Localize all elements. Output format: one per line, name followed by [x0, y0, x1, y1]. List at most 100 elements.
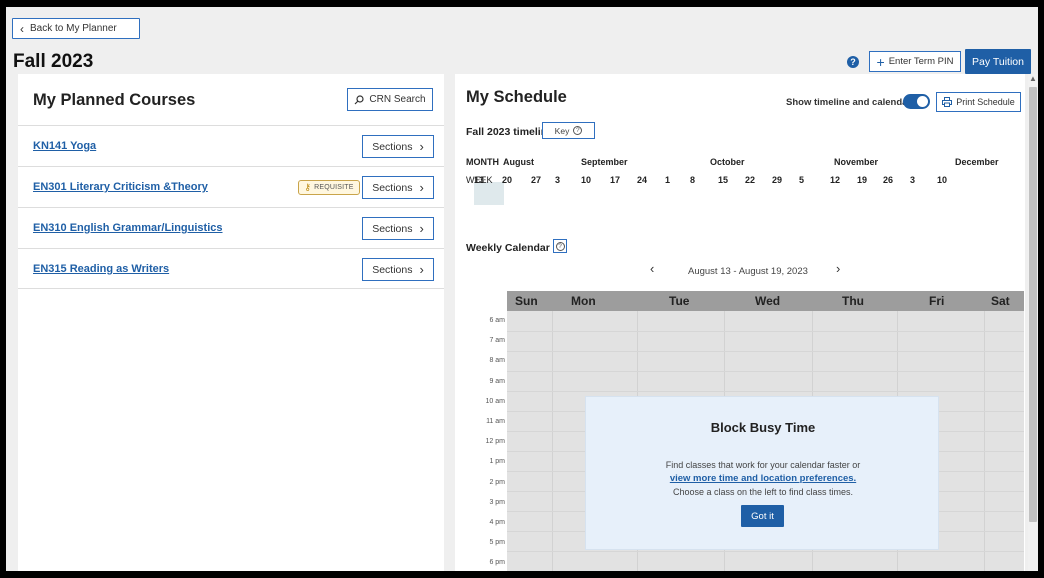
hour-divider	[507, 371, 1024, 372]
week-number[interactable]: 10	[581, 175, 591, 185]
day-header: Thu	[842, 294, 864, 308]
course-link-kn141[interactable]: KN141 Yoga	[33, 140, 96, 152]
key-icon: ⚷	[304, 182, 312, 192]
course-row: EN310 English Grammar/Linguistics Sectio…	[18, 207, 444, 248]
day-divider	[984, 311, 985, 571]
busy-title: Block Busy Time	[710, 420, 816, 435]
week-number[interactable]: 20	[502, 175, 512, 185]
week-number[interactable]: 3	[555, 175, 560, 185]
got-it-button[interactable]: Got it	[741, 505, 784, 527]
weekly-calendar-label: Weekly Calendar	[466, 242, 550, 254]
help-icon: ?	[573, 126, 583, 135]
scroll-up-arrow-icon[interactable]: ▲	[1028, 74, 1038, 84]
sections-button-kn141[interactable]: Sections ›	[362, 135, 434, 158]
hour-divider	[507, 391, 1024, 392]
sections-label: Sections	[372, 263, 413, 276]
print-schedule-button[interactable]: Print Schedule	[936, 92, 1021, 112]
help-icon: ?	[555, 241, 565, 251]
course-link-en310[interactable]: EN310 English Grammar/Linguistics	[33, 222, 223, 234]
week-number[interactable]: 8	[690, 175, 695, 185]
day-divider	[552, 311, 553, 571]
week-number[interactable]: 17	[610, 175, 620, 185]
sections-button-en301[interactable]: Sections ›	[362, 176, 434, 199]
preferences-link[interactable]: view more time and location preferences.	[586, 473, 940, 484]
schedule-title: My Schedule	[466, 88, 567, 106]
hour-divider	[507, 351, 1024, 352]
help-icon[interactable]: ?	[847, 56, 859, 68]
week-number[interactable]: 27	[531, 175, 541, 185]
month-label: September	[581, 157, 628, 167]
pay-tuition-button[interactable]: Pay Tuition	[965, 49, 1031, 74]
week-number[interactable]: 5	[799, 175, 804, 185]
sections-button-en310[interactable]: Sections ›	[362, 217, 434, 240]
time-label: 4 pm	[489, 519, 505, 526]
day-header: Wed	[755, 294, 781, 308]
course-link-en301[interactable]: EN301 Literary Criticism &Theory	[33, 181, 208, 193]
week-number[interactable]: 26	[883, 175, 893, 185]
day-header: Sun	[515, 294, 538, 308]
week-number[interactable]: 22	[745, 175, 755, 185]
hour-divider	[507, 331, 1024, 332]
crn-search-button[interactable]: CRN Search	[347, 88, 433, 111]
block-busy-time-panel: Block Busy Time Find classes that work f…	[585, 396, 939, 550]
next-week-chevron-icon[interactable]: ›	[836, 261, 840, 276]
time-label: 7 am	[489, 337, 505, 345]
week-number[interactable]: 29	[772, 175, 782, 185]
sections-label: Sections	[372, 222, 413, 235]
month-row-label: MONTH	[466, 157, 499, 167]
week-number[interactable]: 15	[718, 175, 728, 185]
week-number[interactable]: 3	[910, 175, 915, 185]
back-to-planner-button[interactable]: ‹ Back to My Planner	[12, 18, 140, 39]
weekly-help-button[interactable]: ?	[553, 239, 567, 253]
time-label: 12 pm	[485, 438, 505, 446]
day-header: Sat	[991, 294, 1010, 308]
timeline-toggle[interactable]	[903, 94, 930, 109]
chevron-right-icon: ›	[419, 139, 424, 154]
toggle-label: Show timeline and calendar	[786, 97, 912, 108]
scroll-thumb[interactable]	[1029, 87, 1037, 522]
enter-pin-label: Enter Term PIN	[888, 56, 954, 67]
previous-week-chevron-icon[interactable]: ‹	[650, 261, 654, 276]
month-label: November	[834, 157, 879, 167]
time-label: 9 am	[489, 377, 505, 385]
week-number[interactable]: 12	[830, 175, 840, 185]
plus-icon: +	[876, 53, 885, 70]
planned-courses-title: My Planned Courses	[33, 91, 196, 109]
time-label: 5 pm	[489, 539, 505, 547]
time-label: 6 am	[489, 317, 505, 324]
requisite-badge[interactable]: ⚷ Requisite	[298, 180, 360, 195]
week-number[interactable]: 10	[937, 175, 947, 185]
course-link-en315[interactable]: EN315 Reading as Writers	[33, 263, 169, 275]
sections-label: Sections	[372, 140, 413, 153]
month-label: October	[710, 157, 745, 167]
month-label: December	[955, 157, 999, 167]
toggle-knob	[917, 96, 928, 107]
sections-label: Sections	[372, 181, 413, 194]
back-button-label: Back to My Planner	[30, 23, 117, 34]
course-row: EN301 Literary Criticism &Theory ⚷ Requi…	[18, 166, 444, 207]
time-label: 11 am	[486, 418, 505, 425]
timeline-label: Fall 2023 timeline	[466, 126, 553, 138]
time-label: 2 pm	[489, 478, 505, 486]
time-label: 3 pm	[489, 498, 505, 506]
chevron-right-icon: ›	[419, 221, 424, 236]
time-label: 6 pm	[489, 559, 505, 567]
chevron-right-icon: ›	[419, 262, 424, 277]
search-icon	[354, 94, 365, 104]
planned-courses-panel: My Planned Courses CRN Search KN141 Yoga…	[18, 74, 444, 571]
week-number[interactable]: 13	[474, 175, 484, 185]
week-number[interactable]: 24	[637, 175, 647, 185]
course-row: EN315 Reading as Writers Sections ›	[18, 248, 444, 289]
busy-description: Find classes that work for your calendar…	[665, 460, 861, 470]
enter-term-pin-button[interactable]: + Enter Term PIN	[869, 51, 961, 72]
key-button[interactable]: Key ?	[542, 122, 595, 139]
week-number[interactable]: 19	[857, 175, 867, 185]
day-header: Tue	[669, 294, 690, 308]
week-number[interactable]: 1	[665, 175, 670, 185]
print-label: Print Schedule	[956, 97, 1015, 107]
calendar-header: Sun Mon Tue Wed Thu Fri Sat	[507, 291, 1024, 311]
time-label: 10 am	[485, 397, 505, 405]
page-scrollbar[interactable]: ▲	[1028, 74, 1038, 571]
crn-search-label: CRN Search	[369, 94, 426, 105]
sections-button-en315[interactable]: Sections ›	[362, 258, 434, 281]
